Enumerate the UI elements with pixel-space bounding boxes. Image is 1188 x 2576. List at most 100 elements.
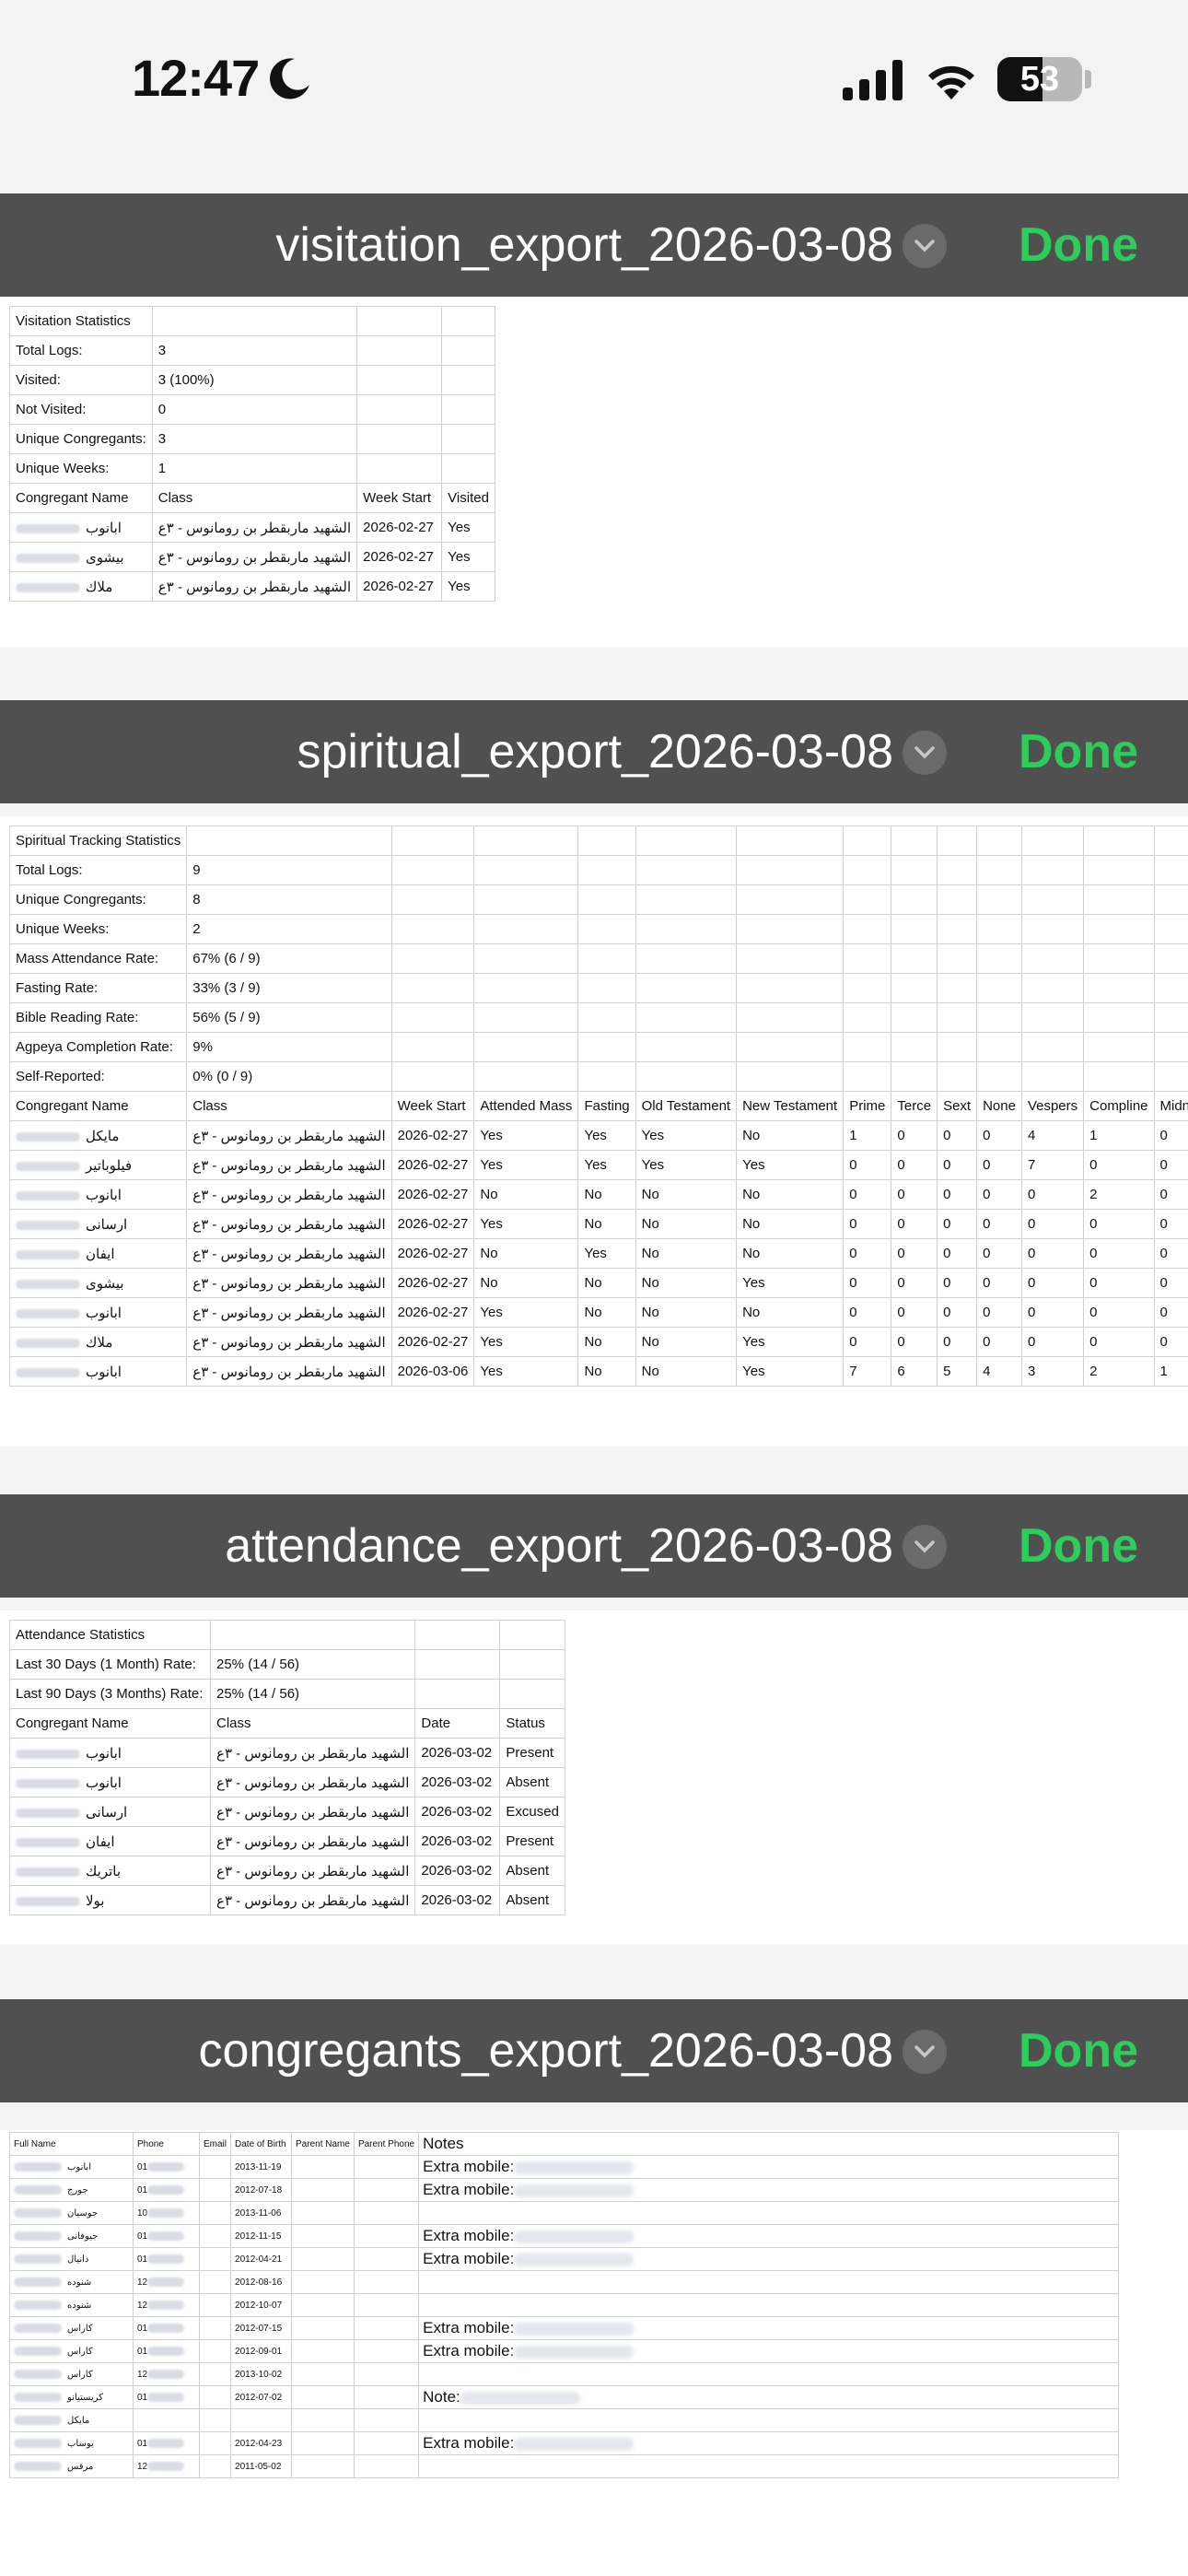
data-cell[interactable]: ملاك <box>9 571 153 602</box>
stats-cell[interactable]: 3 <box>151 335 358 366</box>
data-cell[interactable]: No <box>635 1209 738 1239</box>
data-cell[interactable]: 4 <box>1020 1120 1085 1151</box>
stats-cell[interactable]: 9 <box>186 855 392 885</box>
data-cell[interactable]: 0 <box>937 1297 978 1328</box>
data-cell[interactable]: 0 <box>976 1150 1022 1180</box>
data-cell[interactable]: No <box>577 1209 636 1239</box>
empty-cell[interactable] <box>635 914 738 944</box>
data-cell[interactable]: جوسيان <box>9 2201 134 2225</box>
data-cell[interactable]: 0 <box>937 1179 978 1210</box>
stats-cell[interactable]: 1 <box>151 453 358 484</box>
empty-cell[interactable] <box>1153 1032 1188 1062</box>
empty-cell[interactable] <box>1020 855 1085 885</box>
data-cell[interactable]: 0 <box>1083 1238 1155 1269</box>
header-cell[interactable]: Parent Phone <box>353 2132 420 2156</box>
header-cell[interactable]: Date <box>414 1708 501 1739</box>
data-cell[interactable]: فيلوباتير <box>8 1150 188 1180</box>
data-cell[interactable]: 12 <box>133 2293 200 2317</box>
data-cell[interactable]: يوساب <box>9 2431 134 2455</box>
data-cell[interactable]: الشهيد ماربقطر بن رومانوس - ٣ع <box>209 1856 416 1886</box>
data-cell[interactable] <box>291 2247 355 2271</box>
data-cell[interactable]: 0 <box>1153 1297 1188 1328</box>
data-cell[interactable]: الشهيد ماربقطر بن رومانوس - ٣ع <box>209 1738 416 1768</box>
empty-cell[interactable] <box>976 943 1022 974</box>
empty-cell[interactable] <box>891 1002 938 1033</box>
empty-cell[interactable] <box>390 1032 475 1062</box>
data-cell[interactable] <box>198 2178 232 2202</box>
stats-cell[interactable]: Mass Attendance Rate: <box>8 943 188 974</box>
data-cell[interactable]: 2012-10-07 <box>230 2293 293 2317</box>
data-cell[interactable]: 2012-07-02 <box>230 2385 293 2409</box>
data-cell[interactable] <box>291 2385 355 2409</box>
empty-cell[interactable] <box>356 365 443 395</box>
stats-cell[interactable]: 3 <box>151 424 358 454</box>
data-cell[interactable]: 3 <box>1020 1356 1085 1387</box>
data-cell[interactable]: 0 <box>843 1238 892 1269</box>
data-cell[interactable]: 2026-02-27 <box>356 542 443 572</box>
data-cell[interactable] <box>291 2454 355 2478</box>
empty-cell[interactable] <box>1020 973 1085 1003</box>
empty-cell[interactable] <box>1020 1002 1085 1033</box>
spiritual-done-button[interactable]: Done <box>1019 700 1138 803</box>
empty-cell[interactable] <box>843 855 892 885</box>
empty-cell[interactable] <box>736 1061 844 1092</box>
empty-cell[interactable] <box>976 1061 1022 1092</box>
empty-cell[interactable] <box>390 914 475 944</box>
data-cell[interactable] <box>198 2385 232 2409</box>
data-cell[interactable]: كاراس <box>9 2362 134 2386</box>
stats-cell[interactable]: Agpeya Completion Rate: <box>8 1032 188 1062</box>
empty-cell[interactable] <box>473 855 579 885</box>
data-cell[interactable]: No <box>635 1297 738 1328</box>
data-cell[interactable]: No <box>635 1268 738 1298</box>
data-cell[interactable]: 12 <box>133 2454 200 2478</box>
data-cell[interactable]: 7 <box>843 1356 892 1387</box>
data-cell[interactable]: 2012-04-23 <box>230 2431 293 2455</box>
data-cell[interactable]: 0 <box>937 1209 978 1239</box>
data-cell[interactable]: الشهيد ماربقطر بن رومانوس - ٣ع <box>186 1297 392 1328</box>
data-cell[interactable]: 6 <box>891 1356 938 1387</box>
stats-cell[interactable]: Attendance Statistics <box>9 1620 211 1650</box>
empty-cell[interactable] <box>414 1620 501 1650</box>
data-cell[interactable]: 0 <box>891 1150 938 1180</box>
data-cell[interactable]: الشهيد ماربقطر بن رومانوس - ٣ع <box>186 1120 392 1151</box>
attendance-file-title[interactable]: attendance_export_2026-03-08 <box>225 1494 893 1598</box>
empty-cell[interactable] <box>891 884 938 915</box>
stats-cell[interactable]: 8 <box>186 884 392 915</box>
data-cell[interactable]: No <box>577 1297 636 1328</box>
stats-cell[interactable]: 56% (5 / 9) <box>186 1002 392 1033</box>
empty-cell[interactable] <box>891 825 938 856</box>
data-cell[interactable]: 0 <box>1153 1268 1188 1298</box>
data-cell[interactable] <box>353 2454 420 2478</box>
empty-cell[interactable] <box>976 1002 1022 1033</box>
empty-cell[interactable] <box>736 914 844 944</box>
data-cell[interactable]: 2026-03-02 <box>414 1738 501 1768</box>
data-cell[interactable]: باتريك <box>9 1856 211 1886</box>
empty-cell[interactable] <box>635 973 738 1003</box>
empty-cell[interactable] <box>473 1032 579 1062</box>
empty-cell[interactable] <box>441 335 495 366</box>
header-cell[interactable]: Prime <box>843 1091 892 1121</box>
data-cell[interactable]: Yes <box>635 1150 738 1180</box>
empty-cell[interactable] <box>441 306 495 336</box>
empty-cell[interactable] <box>390 884 475 915</box>
data-cell[interactable]: Extra mobile: <box>418 2178 1120 2202</box>
header-cell[interactable]: Compline <box>1083 1091 1155 1121</box>
data-cell[interactable]: 10 <box>133 2201 200 2225</box>
empty-cell[interactable] <box>441 424 495 454</box>
data-cell[interactable]: 0 <box>1153 1150 1188 1180</box>
empty-cell[interactable] <box>1153 825 1188 856</box>
data-cell[interactable]: Yes <box>736 1356 844 1387</box>
empty-cell[interactable] <box>473 914 579 944</box>
stats-cell[interactable]: 25% (14 / 56) <box>209 1679 416 1709</box>
data-cell[interactable]: No <box>736 1209 844 1239</box>
data-cell[interactable]: 0 <box>891 1120 938 1151</box>
data-cell[interactable] <box>198 2454 232 2478</box>
empty-cell[interactable] <box>390 855 475 885</box>
data-cell[interactable] <box>353 2385 420 2409</box>
data-cell[interactable]: جيوفانى <box>9 2224 134 2248</box>
data-cell[interactable] <box>418 2454 1120 2478</box>
header-cell[interactable]: Class <box>209 1708 416 1739</box>
data-cell[interactable]: 12 <box>133 2270 200 2294</box>
stats-cell[interactable]: 3 (100%) <box>151 365 358 395</box>
data-cell[interactable]: 2013-11-19 <box>230 2155 293 2179</box>
